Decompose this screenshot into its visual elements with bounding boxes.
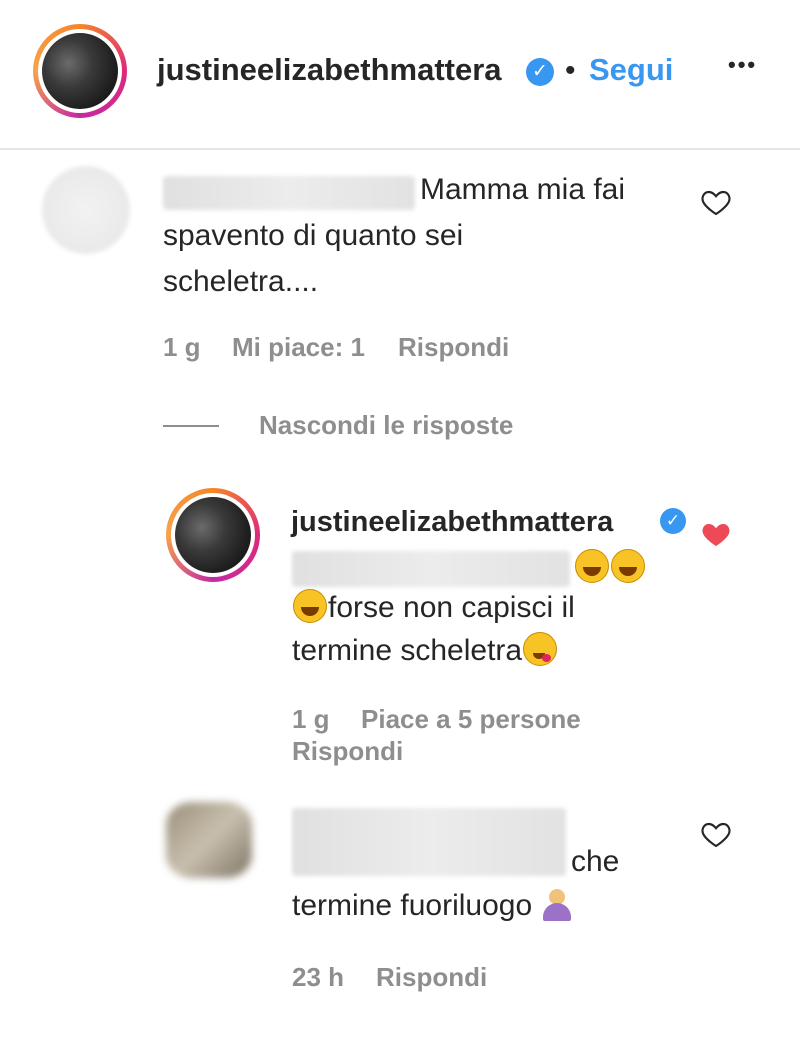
heart-outline-icon[interactable] <box>700 186 732 218</box>
hide-replies-label[interactable]: Nascondi le risposte <box>259 410 513 441</box>
reply-username[interactable]: justineelizabethmattera <box>291 506 613 539</box>
rofl-emoji-icon <box>575 549 609 583</box>
reply-text-line: termine fuoriluogo <box>292 882 574 930</box>
rofl-emoji-icon <box>611 549 645 583</box>
reply-button[interactable]: Rispondi <box>398 332 509 363</box>
reply-text-line: che <box>571 845 620 878</box>
more-options-icon[interactable]: ••• <box>728 52 757 78</box>
reply-timestamp[interactable]: 23 h <box>292 962 344 993</box>
post-header: justineelizabethmattera ✓ • Segui ••• <box>0 0 800 150</box>
comment-text-line: Mamma mia fai <box>420 173 626 206</box>
reply-button[interactable]: Rispondi <box>376 962 487 993</box>
reply-button[interactable]: Rispondi <box>292 736 403 767</box>
person-gesturing-emoji-icon <box>540 887 574 921</box>
follow-button[interactable]: Segui <box>589 52 673 88</box>
reply-like-count[interactable]: Piace a 5 persone <box>361 704 581 735</box>
separator-dot: • <box>565 54 576 87</box>
comment-text-line: spavento di quanto sei <box>163 219 464 252</box>
wink-tongue-emoji-icon <box>523 632 558 666</box>
author-avatar[interactable] <box>166 488 260 582</box>
reply-emojis <box>574 544 646 592</box>
redacted-mention <box>292 551 570 587</box>
heart-filled-icon[interactable] <box>700 518 732 550</box>
comment-like-count[interactable]: Mi piace: 1 <box>232 332 365 363</box>
reply-text: forse non capisci il <box>328 591 575 624</box>
divider-line <box>163 425 219 427</box>
redacted-username <box>163 176 415 210</box>
verified-badge-icon: ✓ <box>526 58 554 86</box>
author-avatar[interactable] <box>33 24 127 118</box>
reply-text: termine fuoriluogo <box>292 889 533 922</box>
redacted-username <box>292 808 566 876</box>
rofl-emoji-icon <box>293 589 327 623</box>
author-username[interactable]: justineelizabethmattera <box>157 52 502 88</box>
commenter-avatar[interactable] <box>166 802 252 878</box>
comment-text-line: scheletra.... <box>163 265 319 298</box>
heart-outline-icon[interactable] <box>700 818 732 850</box>
comment-timestamp[interactable]: 1 g <box>163 332 201 363</box>
reply-text: termine scheletra <box>292 634 523 667</box>
reply-text-line: forse non capisci il <box>292 584 575 632</box>
verified-badge-icon: ✓ <box>660 508 686 534</box>
commenter-avatar[interactable] <box>42 166 130 254</box>
reply-timestamp[interactable]: 1 g <box>292 704 330 735</box>
reply-text-line: termine scheletra <box>292 627 558 675</box>
